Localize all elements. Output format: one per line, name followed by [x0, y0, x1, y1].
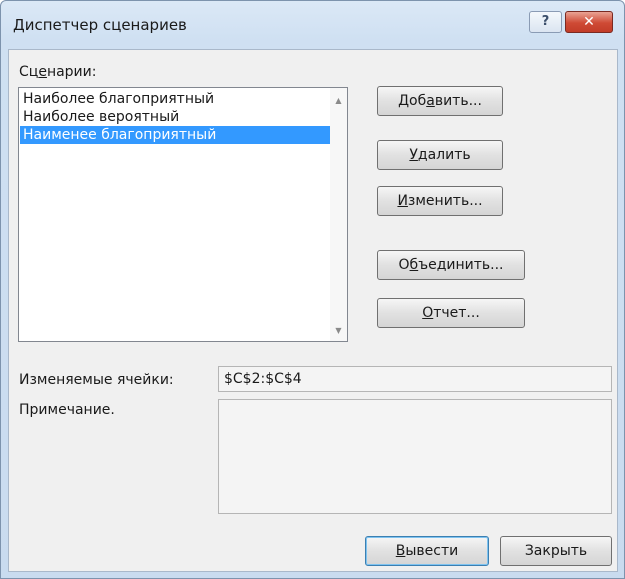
close-window-button[interactable]: ✕	[565, 11, 613, 33]
scenarios-label: Сценарии:	[19, 64, 97, 80]
add-button[interactable]: Добавить...	[377, 86, 503, 116]
list-item[interactable]: Наименее благоприятный	[20, 126, 330, 144]
list-item[interactable]: Наиболее благоприятный	[20, 90, 330, 108]
dialog-title: Диспетчер сценариев	[13, 16, 187, 34]
help-icon: ?	[541, 14, 550, 29]
scroll-up-icon[interactable]: ▲	[330, 92, 347, 109]
show-button[interactable]: Вывести	[365, 536, 489, 566]
close-button[interactable]: Закрыть	[500, 536, 612, 566]
changing-cells-field: $C$2:$C$4	[218, 366, 612, 392]
scenarios-listbox[interactable]: Наиболее благоприятный Наиболее вероятны…	[18, 87, 348, 342]
list-item[interactable]: Наиболее вероятный	[20, 108, 330, 126]
close-icon: ✕	[583, 14, 595, 30]
listbox-scrollbar[interactable]: ▲ ▼	[330, 88, 347, 341]
comment-field	[218, 399, 612, 514]
comment-label: Примечание.	[19, 402, 115, 418]
help-button[interactable]: ?	[529, 11, 562, 33]
title-bar[interactable]: Диспетчер сценариев ? ✕	[1, 1, 624, 49]
merge-button[interactable]: Объединить...	[377, 250, 525, 280]
edit-button[interactable]: Изменить...	[377, 186, 503, 216]
changing-cells-label: Изменяемые ячейки:	[19, 372, 174, 388]
report-button[interactable]: Отчет...	[377, 298, 525, 328]
scroll-down-icon[interactable]: ▼	[330, 322, 347, 339]
dialog-body: Сценарии: Наиболее благоприятный Наиболе…	[8, 49, 618, 572]
scenario-manager-dialog: Диспетчер сценариев ? ✕ Сценарии: Наибол…	[0, 0, 625, 579]
delete-button[interactable]: Удалить	[377, 140, 503, 170]
